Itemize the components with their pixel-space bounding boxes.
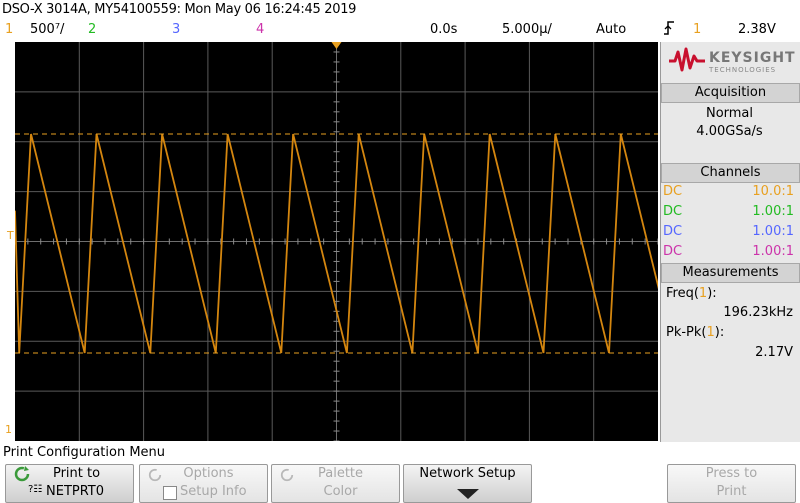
acquisition-mode: Normal: [705, 106, 754, 121]
ch2-number[interactable]: 2: [88, 22, 96, 37]
keysight-logo: [668, 46, 706, 74]
trigger-level-marker: T: [7, 229, 14, 242]
freq-label: Freq(1):: [666, 286, 717, 301]
time-delay[interactable]: 0.0s: [430, 22, 457, 37]
brand-sub: TECHNOLOGIES: [709, 66, 777, 74]
graticule[interactable]: [15, 42, 658, 441]
trigger-level[interactable]: 2.38V: [738, 22, 776, 37]
ch3-coupling: DC: [663, 224, 683, 239]
network-setup-softkey[interactable]: Network Setup: [403, 464, 532, 503]
measurements-header[interactable]: Measurements: [661, 263, 800, 283]
ch4-number[interactable]: 4: [256, 22, 264, 37]
ch1-scale[interactable]: 500⁷/: [30, 22, 64, 37]
menu-title: Print Configuration Menu: [3, 445, 166, 460]
ch3-number[interactable]: 3: [172, 22, 180, 37]
brand-name: KEYSIGHT: [709, 50, 796, 66]
setup-info-checkbox[interactable]: [163, 486, 177, 500]
print-to-softkey[interactable]: Print to ?☷ NETPRT0: [5, 464, 134, 503]
ground-marker: 1: [5, 423, 12, 436]
window-title: DSO-X 3014A, MY54100559: Mon May 06 16:2…: [2, 2, 357, 17]
time-scale[interactable]: 5.000µ/: [502, 22, 552, 37]
palette-softkey[interactable]: Palette Color: [271, 464, 400, 503]
ch3-probe: 1.00:1: [752, 224, 794, 239]
arrow-down-icon: [457, 489, 479, 499]
channels-header[interactable]: Channels: [661, 163, 800, 183]
ch1-number[interactable]: 1: [5, 22, 13, 37]
trigger-position-marker: [331, 42, 342, 49]
trigger-source[interactable]: 1: [693, 22, 701, 37]
ch1-probe: 10.0:1: [752, 184, 794, 199]
network-printer-icon: ?☷: [28, 484, 43, 495]
pkpk-value: 2.17V: [755, 345, 793, 360]
ch1-coupling: DC: [663, 184, 683, 199]
acquisition-rate: 4.00GSa/s: [696, 124, 763, 139]
trigger-rising-edge-icon: [663, 20, 675, 36]
trigger-mode[interactable]: Auto: [596, 22, 626, 37]
pkpk-label: Pk-Pk(1):: [666, 325, 725, 340]
options-softkey[interactable]: Options Setup Info: [139, 464, 268, 503]
ch4-probe: 1.00:1: [752, 244, 794, 259]
ch2-probe: 1.00:1: [752, 204, 794, 219]
press-to-print-softkey[interactable]: Press to Print: [667, 464, 796, 503]
waveform-display: [15, 42, 658, 441]
ch2-coupling: DC: [663, 204, 683, 219]
freq-value: 196.23kHz: [723, 305, 793, 320]
acquisition-header[interactable]: Acquisition: [661, 83, 800, 103]
ch4-coupling: DC: [663, 244, 683, 259]
